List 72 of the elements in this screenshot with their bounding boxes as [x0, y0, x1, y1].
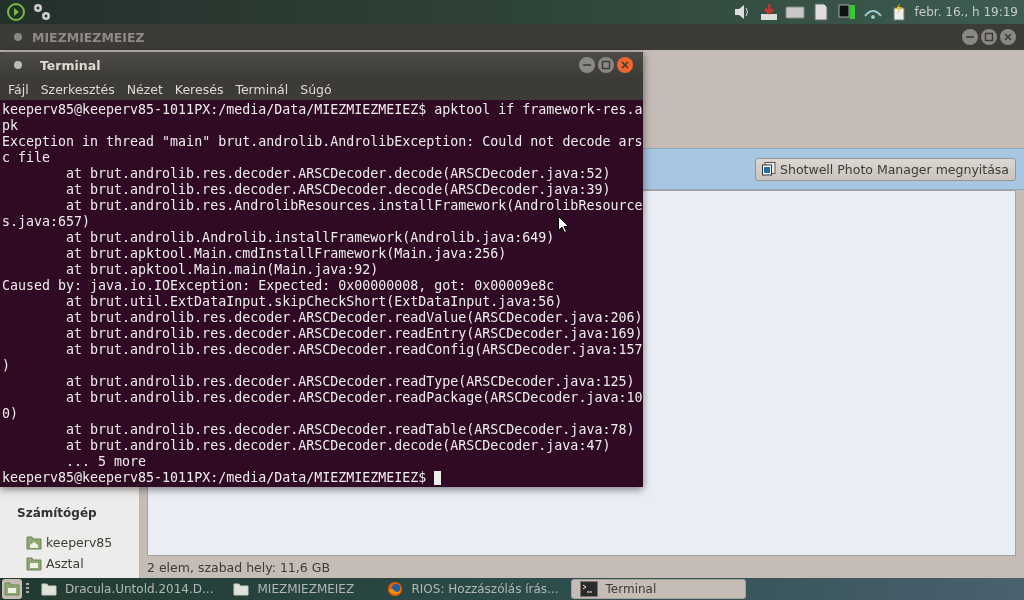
clock[interactable]: febr. 16., h 19:19 [914, 5, 1018, 19]
desktop-folder-icon [4, 582, 20, 596]
show-desktop-button[interactable] [2, 579, 22, 599]
output-line: at brut.androlib.res.decoder.ARSCDecoder.readPackage(ARSCDecoder.java:10 [66, 390, 643, 406]
close-icon [1004, 33, 1012, 41]
menu-item[interactable]: Szerkesztés [34, 81, 121, 97]
maximize-button[interactable] [598, 57, 614, 73]
window-title: MIEZMIEZMEIEZ [32, 29, 146, 45]
output-line: at brut.androlib.res.decoder.ARSCDecoder.readValue(ARSCDecoder.java:206) [66, 310, 643, 326]
download-icon[interactable] [758, 2, 779, 22]
output-line: at brut.androlib.res.decoder.ARSCDecoder.readTable(ARSCDecoder.java:78) [66, 422, 635, 438]
output-line: pk [2, 118, 18, 134]
launcher-icon[interactable] [6, 2, 26, 22]
menu-item[interactable]: Fájl [2, 81, 35, 97]
output-line: at brut.apktool.Main.main(Main.java:92) [66, 262, 379, 278]
taskbar-item[interactable]: RIOS: Hozzászólás írás... [379, 579, 567, 599]
output-line: at brut.androlib.res.decoder.ARSCDecoder.readType(ARSCDecoder.java:125) [66, 374, 635, 390]
output-line: 0) [2, 406, 18, 422]
terminal-icon [579, 581, 598, 597]
minimize-icon [582, 64, 592, 66]
output-line: at brut.androlib.res.decoder.ARSCDecoder.decode(ARSCDecoder.java:52) [66, 166, 611, 182]
photos-icon [762, 162, 777, 176]
output-line: at brut.apktool.Main.cmdInstallFramework(Main.java:256) [66, 246, 507, 262]
drag-handle[interactable] [26, 583, 29, 595]
folder-icon [233, 582, 250, 596]
close-button[interactable] [1000, 29, 1016, 45]
home-folder-icon [26, 535, 42, 550]
output-line: at brut.androlib.Androlib.installFramework(Androlib.java:649) [66, 230, 555, 246]
output-line: keeperv85@keeperv85-1011PX:/media/Data/MIEZMIEZMEIEZ$ apktool if framework-res.a [2, 102, 643, 118]
menu-item[interactable]: Terminál [229, 81, 295, 97]
sidebar-heading: Számítógép [16, 505, 98, 522]
sidebar-item[interactable]: Asztal [0, 553, 139, 574]
output-line: Exception in thread "main" brut.androlib.AndrolibException: Could not decode ars [2, 134, 643, 150]
sidebar-item[interactable]: keeperv85 [0, 532, 139, 553]
output-line: at brut.androlib.res.decoder.ARSCDecoder.readEntry(ARSCDecoder.java:169) [66, 326, 643, 342]
taskbar-item[interactable]: Terminal [570, 579, 746, 599]
output-line: c file [2, 150, 51, 166]
minimize-icon [965, 36, 975, 38]
window-icon [14, 33, 22, 41]
output-line: Caused by: java.io.IOException: Expected: 0x00000008, got: 0x00009e8c [2, 278, 555, 294]
close-icon [621, 61, 629, 69]
output-line: ) [2, 358, 10, 374]
maximize-button[interactable] [981, 29, 997, 45]
prompt-line: keeperv85@keeperv85-1011PX:/media/Data/MIEZMIEZMEIEZ$ [2, 470, 427, 486]
maximize-icon [984, 32, 994, 42]
output-line: ... 5 more [66, 454, 147, 470]
taskbar-item[interactable]: Dracula.Untold.2014.D... [33, 579, 222, 599]
open-app-button[interactable]: Shotwell Photo Manager megnyitása [755, 157, 1016, 181]
minimize-button[interactable] [579, 57, 595, 73]
taskbar-item[interactable]: MIEZMIEZMEIEZ [225, 579, 376, 599]
window-icon [14, 61, 22, 69]
menu-item[interactable]: Nézet [120, 81, 169, 97]
minimize-button[interactable] [962, 29, 978, 45]
output-line: at brut.androlib.res.AndrolibResources.installFramework(AndrolibResource [66, 198, 643, 214]
close-button[interactable] [617, 57, 633, 73]
maximize-icon [601, 60, 611, 70]
text-cursor [434, 471, 442, 485]
output-line: at brut.androlib.res.decoder.ARSCDecoder.decode(ARSCDecoder.java:47) [66, 438, 611, 454]
folder-icon [41, 582, 57, 596]
output-line: at brut.androlib.res.decoder.ARSCDecoder.readConfig(ARSCDecoder.java:157 [66, 342, 643, 358]
output-line: at brut.util.ExtDataInput.skipCheckShort(ExtDataInput.java:56) [66, 294, 563, 310]
network-icon[interactable] [836, 2, 857, 22]
status-text: 2 elem, szabad hely: 11,6 GB [147, 558, 331, 577]
output-line: s.java:657) [2, 214, 91, 230]
output-line: at brut.androlib.res.decoder.ARSCDecoder.decode(ARSCDecoder.java:39) [66, 182, 611, 198]
settings-icon[interactable] [32, 2, 52, 22]
desktop-folder-icon [26, 556, 42, 571]
window-title: Terminal [40, 57, 102, 73]
menu-item[interactable]: Súgó [294, 81, 338, 97]
browser-icon [387, 581, 404, 597]
mouse-pointer-icon [558, 216, 569, 233]
menu-item[interactable]: Keresés [168, 81, 230, 97]
